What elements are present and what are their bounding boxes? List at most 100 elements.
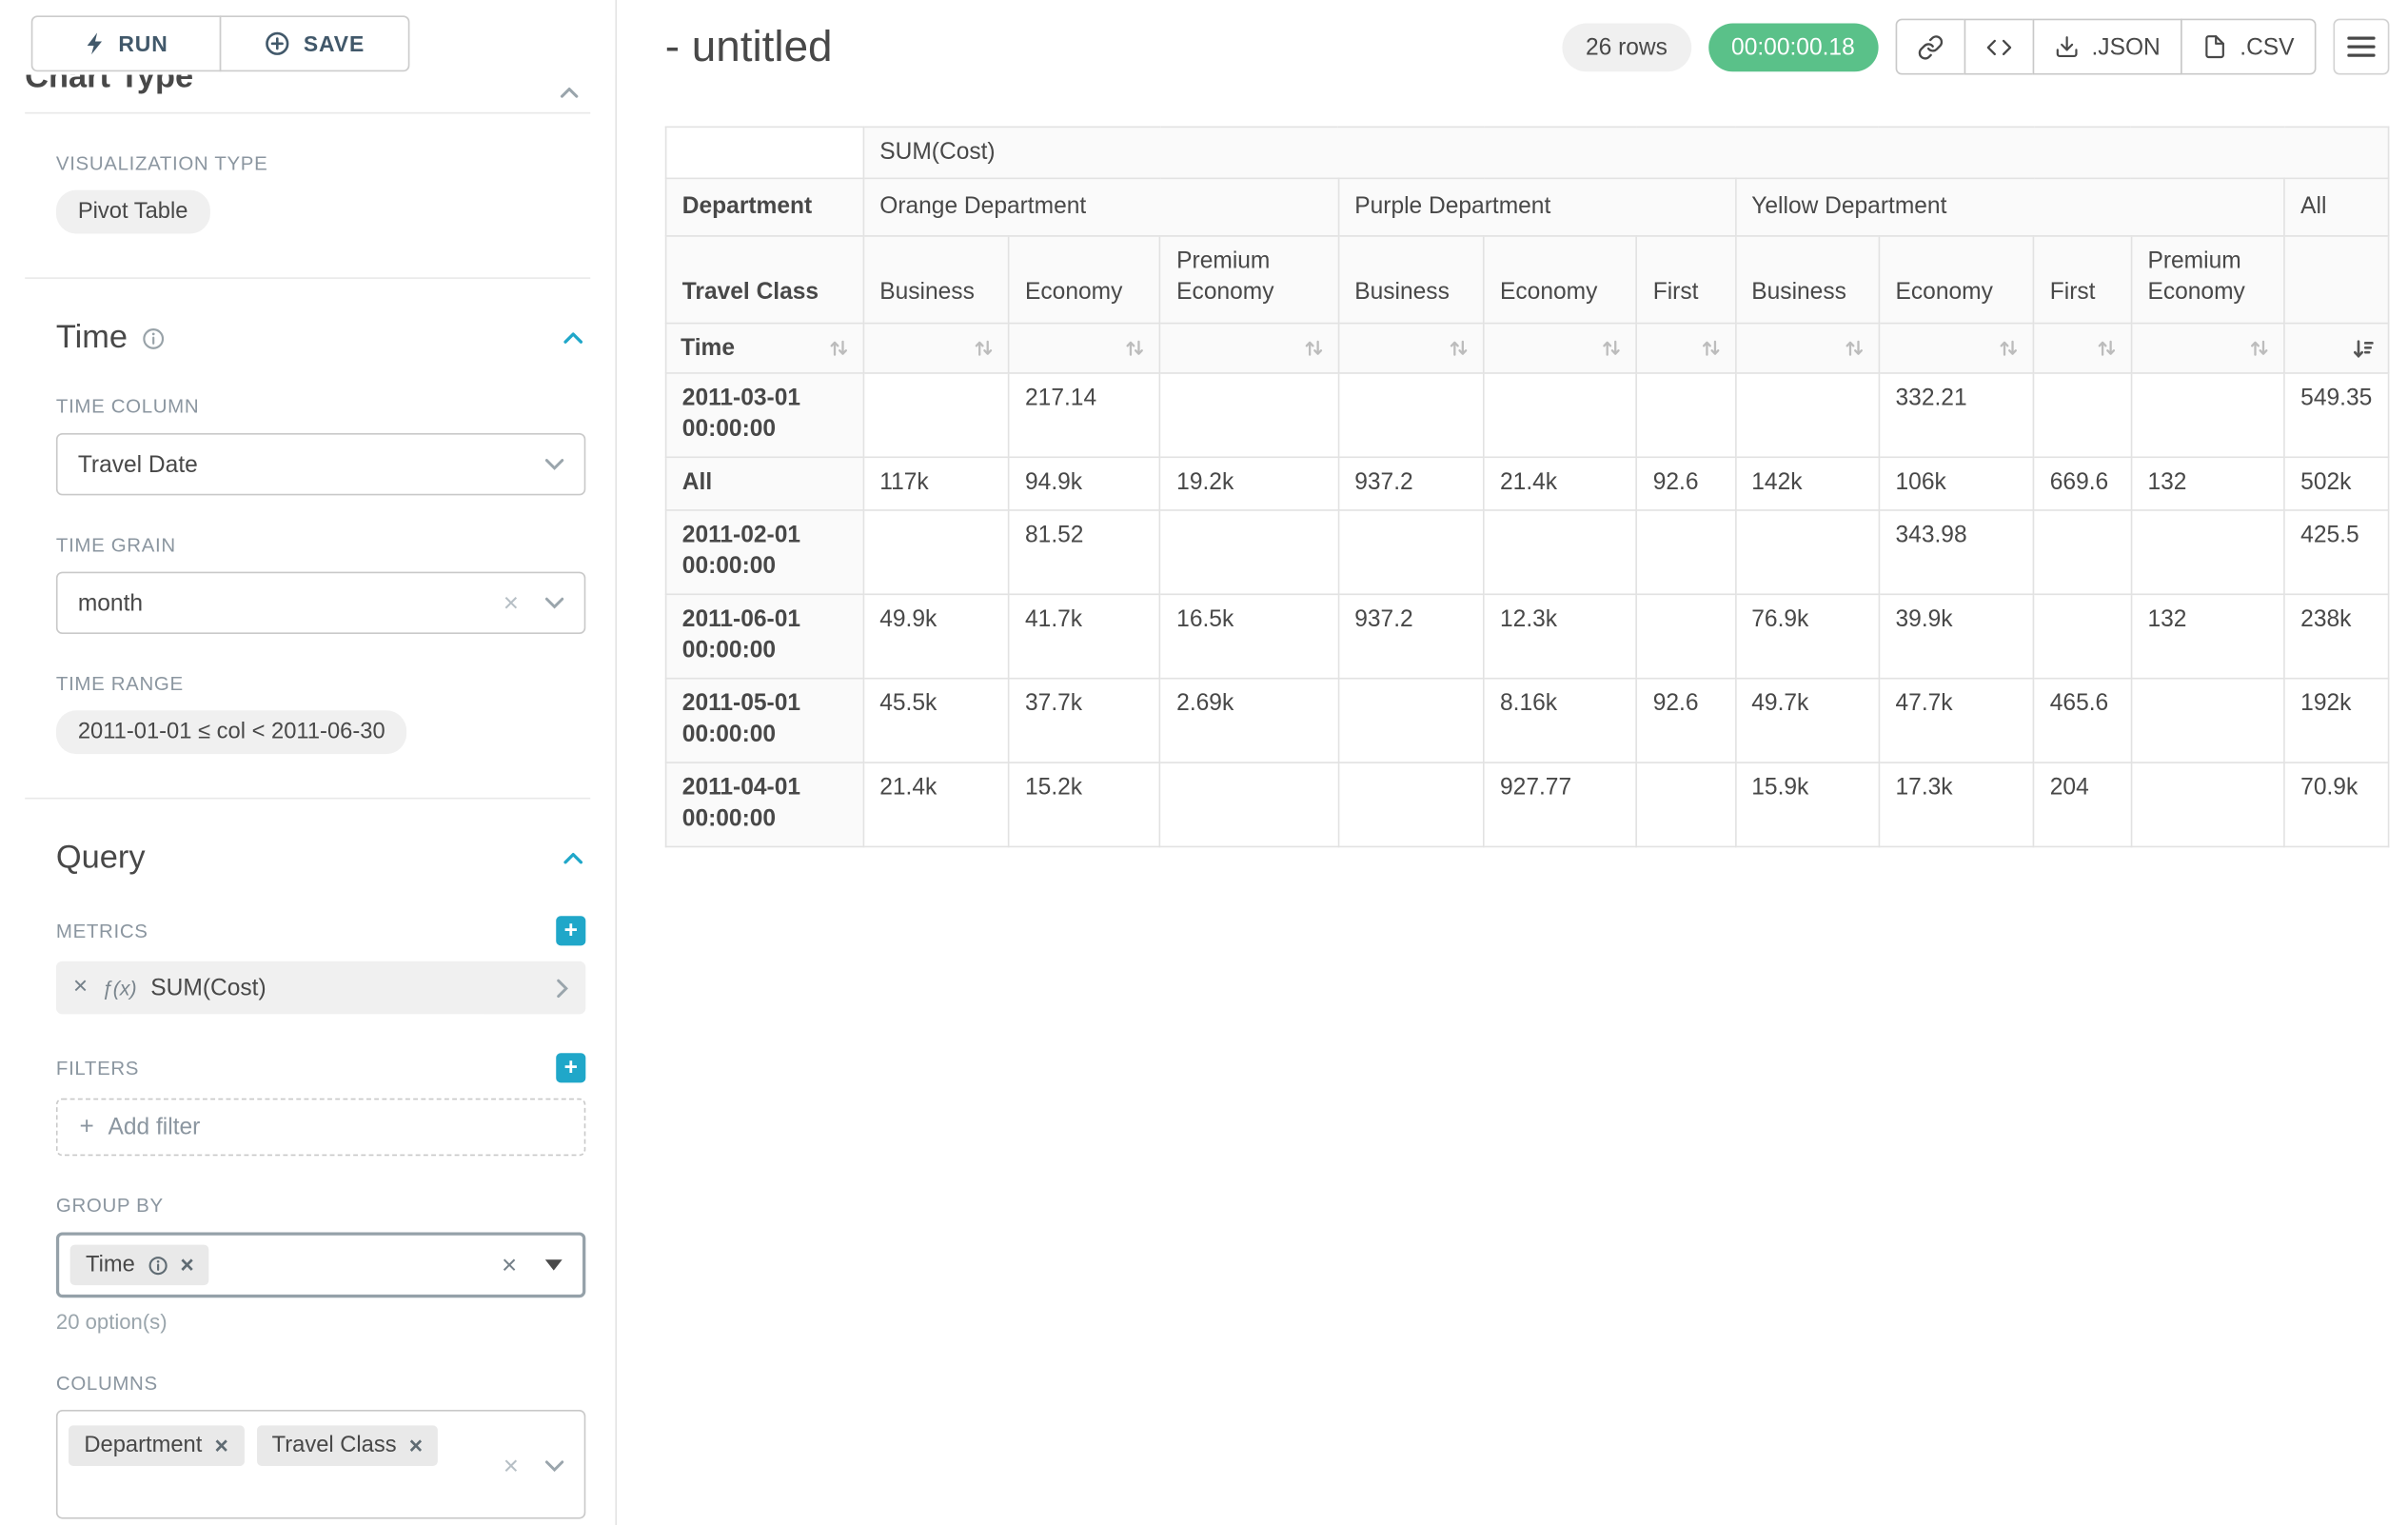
pivot-cell [2034, 510, 2132, 594]
chevron-down-icon [545, 597, 564, 609]
pivot-travel-class-label: Travel Class [666, 236, 863, 324]
share-link-button[interactable] [1895, 19, 1965, 75]
sort-icon[interactable] [1125, 338, 1145, 358]
pivot-cell: 70.9k [2284, 762, 2389, 846]
chart-area: - untitled 26 rows 00:00:00.18 .JSON [617, 0, 2408, 1525]
remove-metric-icon[interactable]: × [73, 975, 88, 1000]
add-filter-plus-button[interactable]: + [556, 1053, 585, 1082]
viz-type-pill[interactable]: Pivot Table [56, 190, 209, 234]
pivot-col-header: Premium Economy [1160, 236, 1338, 324]
pivot-row-label: 2011-03-01 00:00:00 [666, 373, 863, 457]
pivot-sort-header [863, 324, 1009, 373]
chart-title[interactable]: - untitled [665, 22, 833, 71]
remove-icon[interactable]: × [409, 1434, 423, 1457]
export-csv-button[interactable]: .CSV [2181, 19, 2316, 75]
pivot-cell [1637, 762, 1736, 846]
sort-icon[interactable] [1303, 338, 1323, 358]
pivot-cell: 21.4k [1484, 457, 1637, 510]
collapse-chevron-icon[interactable] [561, 326, 585, 350]
time-section-header[interactable]: Time [56, 319, 585, 356]
explore-view: RUN SAVE Chart Type VISUALIZATION TYPE P… [0, 0, 2408, 1525]
time-column-select[interactable]: Travel Date [56, 433, 585, 495]
sort-icon[interactable] [1999, 338, 2019, 358]
filters-label-row: FILTERS + [56, 1053, 585, 1082]
pivot-cell [863, 373, 1009, 457]
remove-icon[interactable]: × [180, 1254, 193, 1277]
pivot-cell [1338, 373, 1484, 457]
pivot-cell: 37.7k [1009, 679, 1160, 762]
export-json-button[interactable]: .JSON [2032, 19, 2181, 75]
pivot-cell: 217.14 [1009, 373, 1160, 457]
pivot-cell [1735, 510, 1879, 594]
pivot-cell: 76.9k [1735, 594, 1879, 678]
remove-icon[interactable]: × [214, 1434, 227, 1457]
pivot-cell [1338, 679, 1484, 762]
metric-pill[interactable]: × ƒ(x) SUM(Cost) [56, 961, 585, 1015]
chart-menu-button[interactable] [2333, 19, 2389, 75]
clear-icon[interactable]: × [502, 1252, 517, 1278]
sort-icon[interactable] [2096, 338, 2116, 358]
view-query-button[interactable] [1964, 19, 2034, 75]
sort-icon[interactable] [1602, 338, 1622, 358]
clear-icon[interactable]: × [503, 589, 519, 616]
pivot-time-label: Time [681, 332, 735, 364]
sort-icon[interactable] [2249, 338, 2269, 358]
metric-label: SUM(Cost) [150, 975, 266, 1001]
divider [25, 798, 590, 800]
sort-icon[interactable] [1449, 338, 1469, 358]
rows-count-badge: 26 rows [1562, 23, 1690, 71]
download-icon [2054, 34, 2079, 59]
pivot-cell [1160, 510, 1338, 594]
pivot-table-container: SUM(Cost)DepartmentOrange DepartmentPurp… [665, 127, 2390, 848]
query-section-header[interactable]: Query [56, 840, 585, 877]
pivot-cell: 47.7k [1879, 679, 2033, 762]
chevron-up-icon[interactable] [558, 81, 582, 98]
collapse-chevron-icon[interactable] [561, 846, 585, 871]
sort-icon[interactable] [1845, 338, 1865, 358]
pivot-cell: 2.69k [1160, 679, 1338, 762]
clear-icon[interactable]: × [503, 1454, 519, 1480]
pivot-col-header: Premium Economy [2131, 236, 2284, 324]
pivot-cell: 49.9k [863, 594, 1009, 678]
selected-option-pill[interactable]: Department× [69, 1425, 244, 1466]
pivot-col-group-header: Yellow Department [1735, 178, 2284, 236]
pivot-col-header: Business [863, 236, 1009, 324]
pivot-cell [1484, 510, 1637, 594]
hamburger-menu-icon [2347, 36, 2375, 58]
pivot-cell: 19.2k [1160, 457, 1338, 510]
divider [25, 277, 590, 279]
pivot-col-header: Economy [1484, 236, 1637, 324]
add-filter-button[interactable]: + Add filter [56, 1099, 585, 1157]
visualization-type-label: VISUALIZATION TYPE [56, 152, 585, 174]
time-range-pill[interactable]: 2011-01-01 ≤ col < 2011-06-30 [56, 710, 407, 754]
run-button[interactable]: RUN [31, 15, 222, 71]
plus-icon: + [79, 1113, 93, 1140]
pivot-metric-header: SUM(Cost) [863, 127, 2389, 178]
time-grain-select[interactable]: month × [56, 572, 585, 634]
pivot-cell [2034, 373, 2132, 457]
table-row: 2011-05-01 00:00:0045.5k37.7k2.69k8.16k9… [666, 679, 2389, 762]
selected-option-pill[interactable]: Travel Class× [256, 1425, 438, 1466]
group-by-select[interactable]: Time× × [56, 1232, 585, 1297]
sort-icon[interactable] [974, 338, 994, 358]
pivot-cell: 81.52 [1009, 510, 1160, 594]
sort-desc-icon[interactable] [2352, 337, 2374, 359]
pivot-cell: 92.6 [1637, 679, 1736, 762]
table-row: 2011-06-01 00:00:0049.9k41.7k16.5k937.21… [666, 594, 2389, 678]
add-metric-button[interactable]: + [556, 916, 585, 945]
metrics-label-row: METRICS + [56, 916, 585, 945]
chart-type-section-header[interactable]: Chart Type [0, 75, 615, 99]
chevron-down-icon [545, 1460, 564, 1473]
sort-icon[interactable] [1700, 338, 1720, 358]
pivot-col-header [2284, 236, 2389, 324]
pivot-cell [1338, 510, 1484, 594]
pivot-sort-header [1338, 324, 1484, 373]
pivot-row-label: 2011-02-01 00:00:00 [666, 510, 863, 594]
chevron-right-icon [556, 978, 568, 998]
pivot-sort-header [1160, 324, 1338, 373]
sort-icon[interactable] [828, 338, 848, 358]
selected-option-pill[interactable]: Time× [70, 1245, 209, 1286]
save-button[interactable]: SAVE [220, 15, 410, 71]
columns-select[interactable]: Department× Travel Class× × [56, 1410, 585, 1519]
pivot-cell: 465.6 [2034, 679, 2132, 762]
